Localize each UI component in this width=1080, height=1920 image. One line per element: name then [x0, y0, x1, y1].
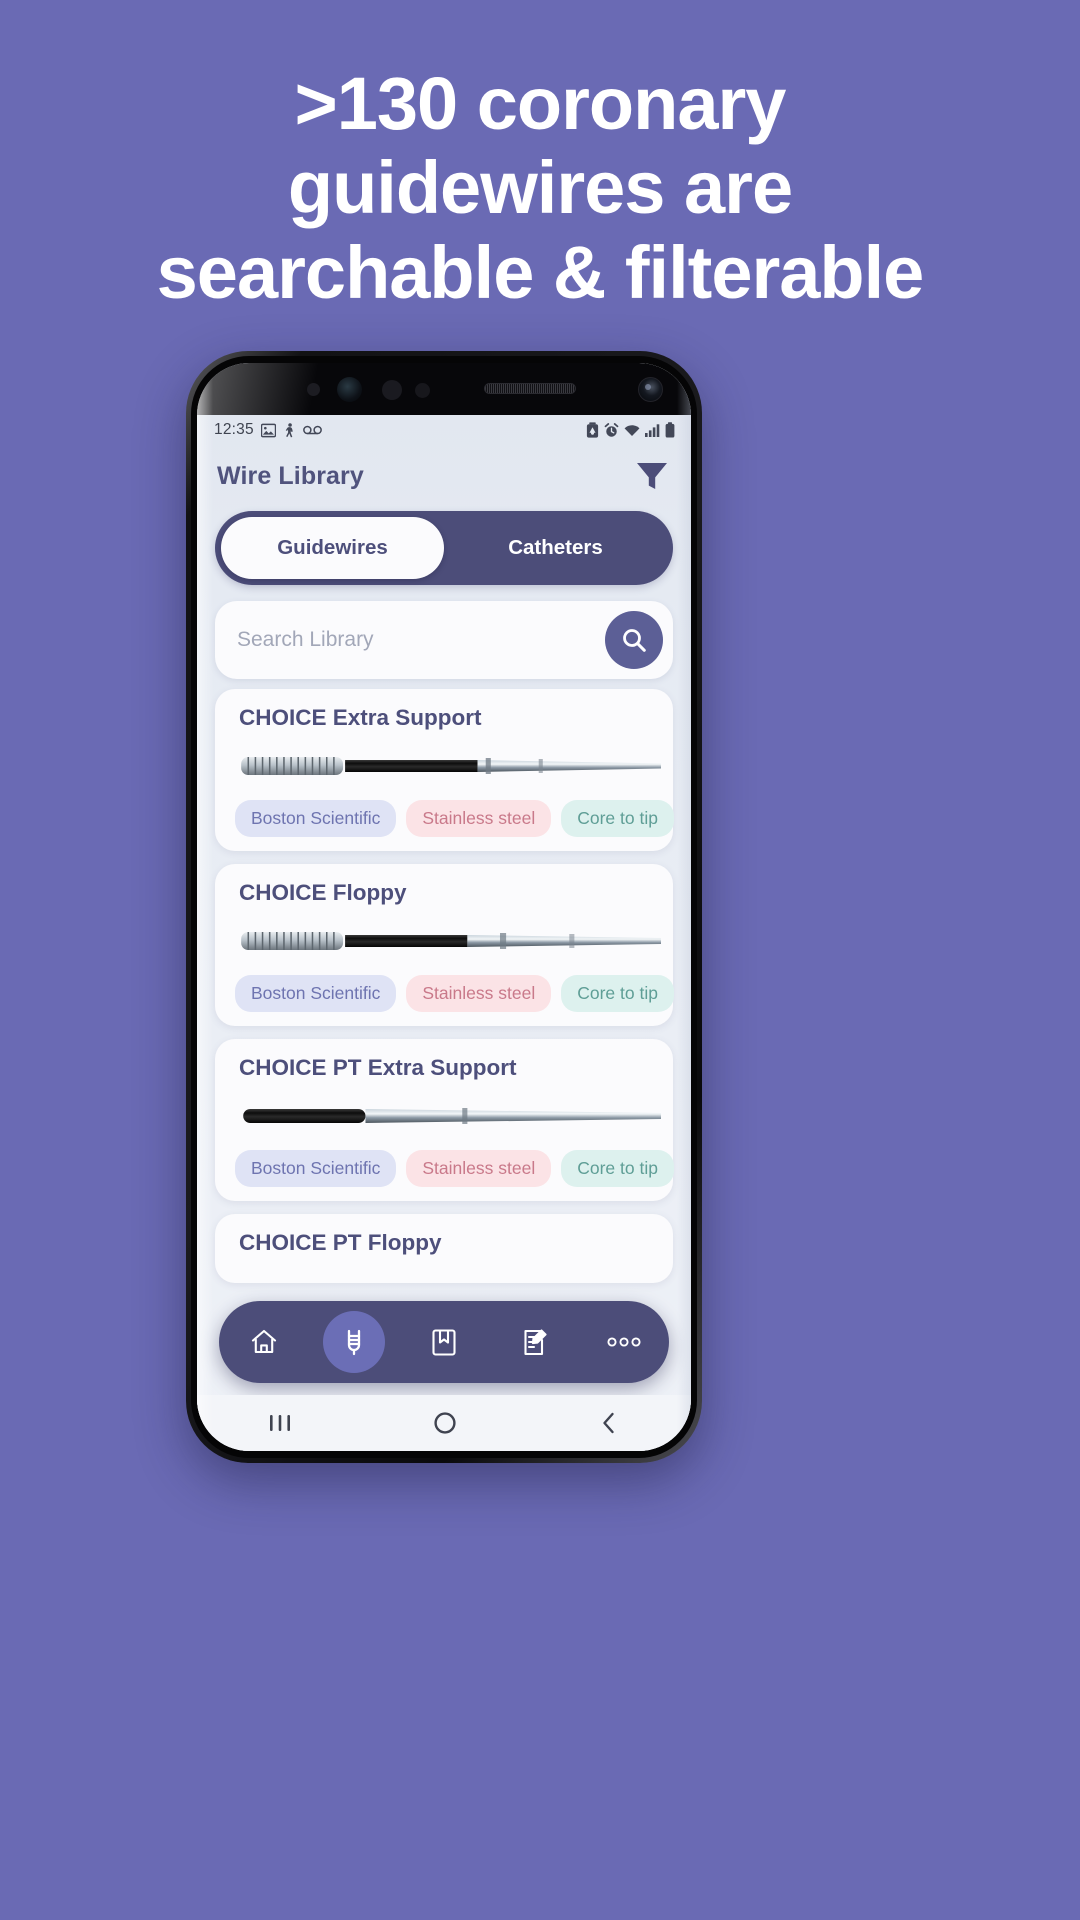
headline-line-2: guidewires are: [287, 146, 793, 230]
card-title: CHOICE Extra Support: [239, 705, 482, 730]
bezel-gloss: [197, 363, 357, 415]
proximity-sensor-icon: [307, 383, 320, 396]
battery-icon: [665, 422, 675, 438]
nav-more[interactable]: [593, 1311, 655, 1373]
chip-material[interactable]: Stainless steel: [406, 1150, 552, 1187]
chip-material[interactable]: Stainless steel: [406, 800, 552, 837]
phone-bezel: 12:35 Wire Library Guidewires Catheters …: [191, 356, 697, 1458]
nav-home[interactable]: [233, 1311, 295, 1373]
nav-library[interactable]: [413, 1311, 475, 1373]
phone-top-bezel: [197, 363, 691, 415]
voicemail-icon: [302, 425, 322, 435]
status-time: 12:35: [214, 421, 254, 438]
list-item[interactable]: CHOICE PT Extra Support Boston Scientifi…: [215, 1039, 674, 1201]
tab-catheters[interactable]: Catheters: [444, 517, 667, 579]
search-container: [197, 585, 691, 679]
chip-material[interactable]: Stainless steel: [406, 975, 552, 1012]
home-icon: [248, 1326, 280, 1358]
list-item[interactable]: CHOICE PT Floppy: [215, 1214, 673, 1283]
guidewire-coil-tip-icon: [233, 744, 661, 788]
chip-brand[interactable]: Boston Scientific: [235, 1150, 397, 1187]
wifi-icon: [624, 424, 640, 437]
search-icon: [621, 627, 648, 654]
iris-scanner-icon: [337, 377, 362, 402]
page-title: Wire Library: [217, 461, 364, 490]
notes-edit-icon: [519, 1327, 549, 1358]
chip-core[interactable]: Core to tip: [561, 800, 674, 837]
chip-core[interactable]: Core to tip: [561, 1150, 674, 1187]
person-walking-icon: [283, 422, 296, 438]
guidewire-smooth-tip-icon: [233, 1094, 661, 1138]
android-nav-bar: [197, 1395, 691, 1451]
image-icon: [260, 423, 277, 438]
battery-saver-icon: [586, 422, 599, 438]
back-icon[interactable]: [597, 1410, 621, 1436]
chip-row: Boston Scientific Stainless steel Core t…: [215, 800, 674, 837]
chip-brand[interactable]: Boston Scientific: [235, 975, 397, 1012]
more-dots-icon: [607, 1337, 641, 1347]
bottom-navigation: [219, 1301, 669, 1383]
app-header: Wire Library: [197, 445, 691, 507]
card-title: CHOICE PT Floppy: [239, 1230, 442, 1255]
promo-headline: >130 coronary guidewires are searchable …: [0, 62, 1080, 315]
search-button[interactable]: [605, 611, 663, 669]
chip-brand[interactable]: Boston Scientific: [235, 800, 397, 837]
tab-guidewires[interactable]: Guidewires: [221, 517, 444, 579]
chip-row: Boston Scientific Stainless steel Core t…: [215, 975, 674, 1012]
status-bar-left: 12:35: [214, 421, 322, 439]
wire-icon: [340, 1327, 368, 1357]
list-item[interactable]: CHOICE Floppy Boston Scientific Stainles…: [215, 864, 674, 1026]
segmented-control: Guidewires Catheters: [215, 511, 673, 585]
headline-line-3: searchable & filterable: [156, 230, 925, 314]
tabs-container: Guidewires Catheters: [197, 507, 691, 585]
alarm-icon: [604, 422, 619, 438]
signal-icon: [645, 423, 660, 437]
status-bar-right: [586, 422, 675, 438]
search-input[interactable]: [237, 628, 605, 652]
phone-screen: 12:35 Wire Library Guidewires Catheters …: [197, 363, 691, 1451]
guidewire-coil-tip-icon: [233, 919, 661, 963]
chip-core[interactable]: Core to tip: [561, 975, 674, 1012]
list-item[interactable]: CHOICE Extra Support Boston Scientific S…: [215, 689, 674, 851]
led-indicator-icon: [415, 383, 430, 398]
phone-mockup: 12:35 Wire Library Guidewires Catheters …: [186, 351, 702, 1463]
chip-row: Boston Scientific Stainless steel Core t…: [215, 1150, 674, 1187]
card-title: CHOICE Floppy: [239, 880, 407, 905]
headline-line-1: >130 coronary: [294, 62, 787, 145]
book-icon: [429, 1327, 459, 1358]
light-sensor-icon: [382, 380, 402, 400]
front-camera-icon: [638, 377, 663, 402]
home-circle-icon[interactable]: [432, 1410, 458, 1436]
status-bar: 12:35: [197, 415, 691, 445]
earpiece-speaker-icon: [484, 383, 576, 394]
recent-apps-icon[interactable]: [267, 1411, 293, 1435]
filter-funnel-icon[interactable]: [635, 460, 669, 492]
search-bar: [215, 601, 673, 679]
nav-wires[interactable]: [323, 1311, 385, 1373]
nav-notes[interactable]: [503, 1311, 565, 1373]
app-container: 12:35 Wire Library Guidewires Catheters …: [197, 415, 691, 1451]
card-title: CHOICE PT Extra Support: [239, 1055, 517, 1080]
